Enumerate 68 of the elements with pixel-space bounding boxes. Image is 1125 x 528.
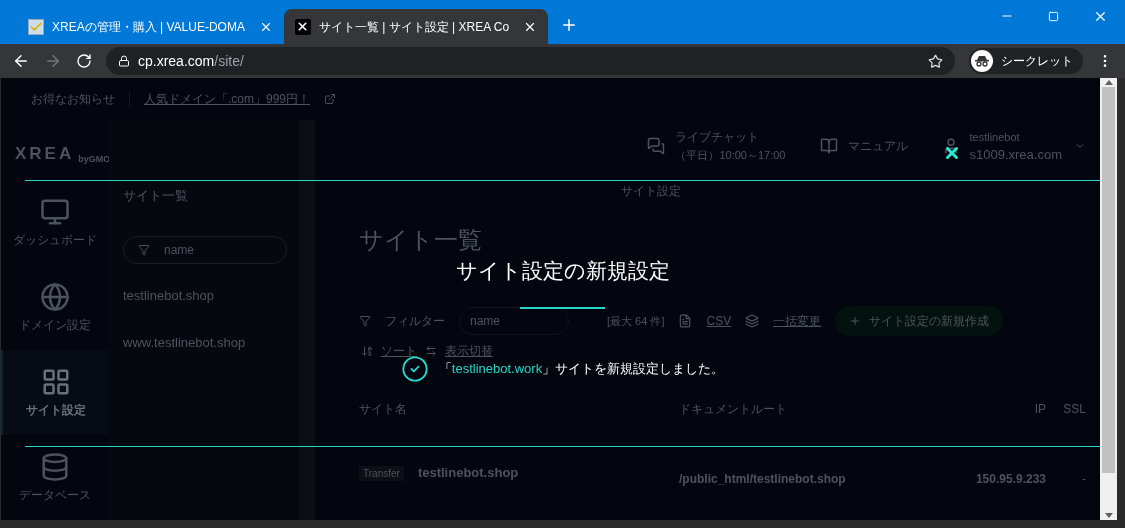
csv-link[interactable]: CSV <box>706 312 732 330</box>
nav-icon <box>40 281 70 312</box>
modal-title: サイト設定の新規設定 <box>455 258 670 284</box>
close-icon[interactable] <box>943 144 961 162</box>
panel-scrollbar[interactable] <box>299 120 315 520</box>
user-name: testlinebot <box>969 130 1021 145</box>
nav-item[interactable]: データベース <box>1 435 109 520</box>
column-header: IP <box>1033 401 1046 418</box>
browser-tab[interactable]: サイト一覧 | サイト設定 | XREA Co <box>283 9 549 44</box>
scrollbar-thumb[interactable] <box>1102 87 1115 473</box>
column-header: ドキュメントルート <box>679 401 788 418</box>
layers-icon <box>745 314 760 328</box>
page-heading: サイト一覧 <box>359 225 483 255</box>
maximize-icon[interactable] <box>1048 10 1059 22</box>
manual-link[interactable]: マニュアル <box>847 137 908 155</box>
count-text: [最大 64 件] <box>607 313 665 329</box>
column-header: サイト名 <box>359 401 408 418</box>
chat-title[interactable]: ライブチャット <box>675 128 786 146</box>
incognito-button[interactable]: シークレット <box>969 48 1083 74</box>
create-button[interactable]: サイト設定の新規作成 <box>835 306 1004 336</box>
table-cell-text: testlinebot.shop <box>417 464 519 483</box>
incognito-icon <box>971 50 993 72</box>
swap-icon <box>425 345 437 357</box>
address-bar[interactable]: cp.xrea.com/site/ <box>106 47 955 75</box>
bulk-edit-link[interactable]: 一括変更 <box>773 312 822 330</box>
transfer-tag: Transfer <box>359 465 404 481</box>
site-list-item[interactable]: www.testlinebot.shop <box>123 333 299 353</box>
nav-item[interactable]: サイト設定 <box>1 350 109 435</box>
chat-icon <box>647 137 666 155</box>
file-icon <box>678 314 693 328</box>
lock-icon <box>118 55 130 67</box>
filter-label: フィルター <box>385 313 445 330</box>
tab-title: XREAの管理・購入 | VALUE-DOMA <box>52 18 245 36</box>
scroll-up-icon[interactable] <box>1104 80 1113 85</box>
view-toggle-link[interactable]: 表示切替 <box>445 342 493 360</box>
filter-icon <box>359 315 371 327</box>
nav-item[interactable]: ダッシュボード <box>1 180 109 265</box>
sort-link[interactable]: ソート <box>381 342 417 360</box>
chat-hours: （平日）10:00～17:00 <box>675 148 786 163</box>
logo-text: XREA <box>15 142 75 165</box>
notice-label: お得なお知らせ <box>31 91 115 108</box>
scroll-down-icon[interactable] <box>1104 513 1113 518</box>
sort-icon <box>361 345 373 357</box>
logo-byline: byGMO <box>78 152 111 166</box>
scrollbar[interactable] <box>1100 78 1117 520</box>
table-cell-text: /public_html/testlinebot.shop <box>679 471 847 488</box>
breadcrumb: サイト設定 <box>620 183 682 200</box>
plus-icon <box>849 315 862 327</box>
nav-icon <box>40 451 70 482</box>
nav-item[interactable]: ドメイン設定 <box>1 265 109 350</box>
filter-icon <box>138 243 150 256</box>
url-text: cp.xrea.com/site/ <box>138 51 244 71</box>
column-header: SSL <box>1062 401 1086 418</box>
site-list-item[interactable]: testlinebot.shop <box>123 285 299 305</box>
checkbox-favicon-icon <box>28 18 44 35</box>
tab-title: サイト一覧 | サイト設定 | XREA Co <box>318 18 510 36</box>
table-cell-text: 150.95.9.233 <box>974 471 1046 488</box>
star-icon[interactable] <box>928 53 943 69</box>
reload-icon[interactable] <box>76 53 92 69</box>
notice-link[interactable]: 人気ドメイン「.com」999円！ <box>144 90 311 108</box>
book-icon <box>819 137 838 155</box>
browser-tab[interactable]: XREAの管理・購入 | VALUE-DOMA <box>17 9 284 44</box>
external-link-icon <box>324 93 337 105</box>
table-cell-text: - <box>1081 471 1086 488</box>
server-name: s1009.xrea.com <box>969 146 1062 164</box>
x-favicon-icon <box>294 18 311 35</box>
back-icon[interactable] <box>12 52 30 70</box>
success-message: 「testlinebot.work」サイトを新規設定しました。 <box>438 359 725 378</box>
